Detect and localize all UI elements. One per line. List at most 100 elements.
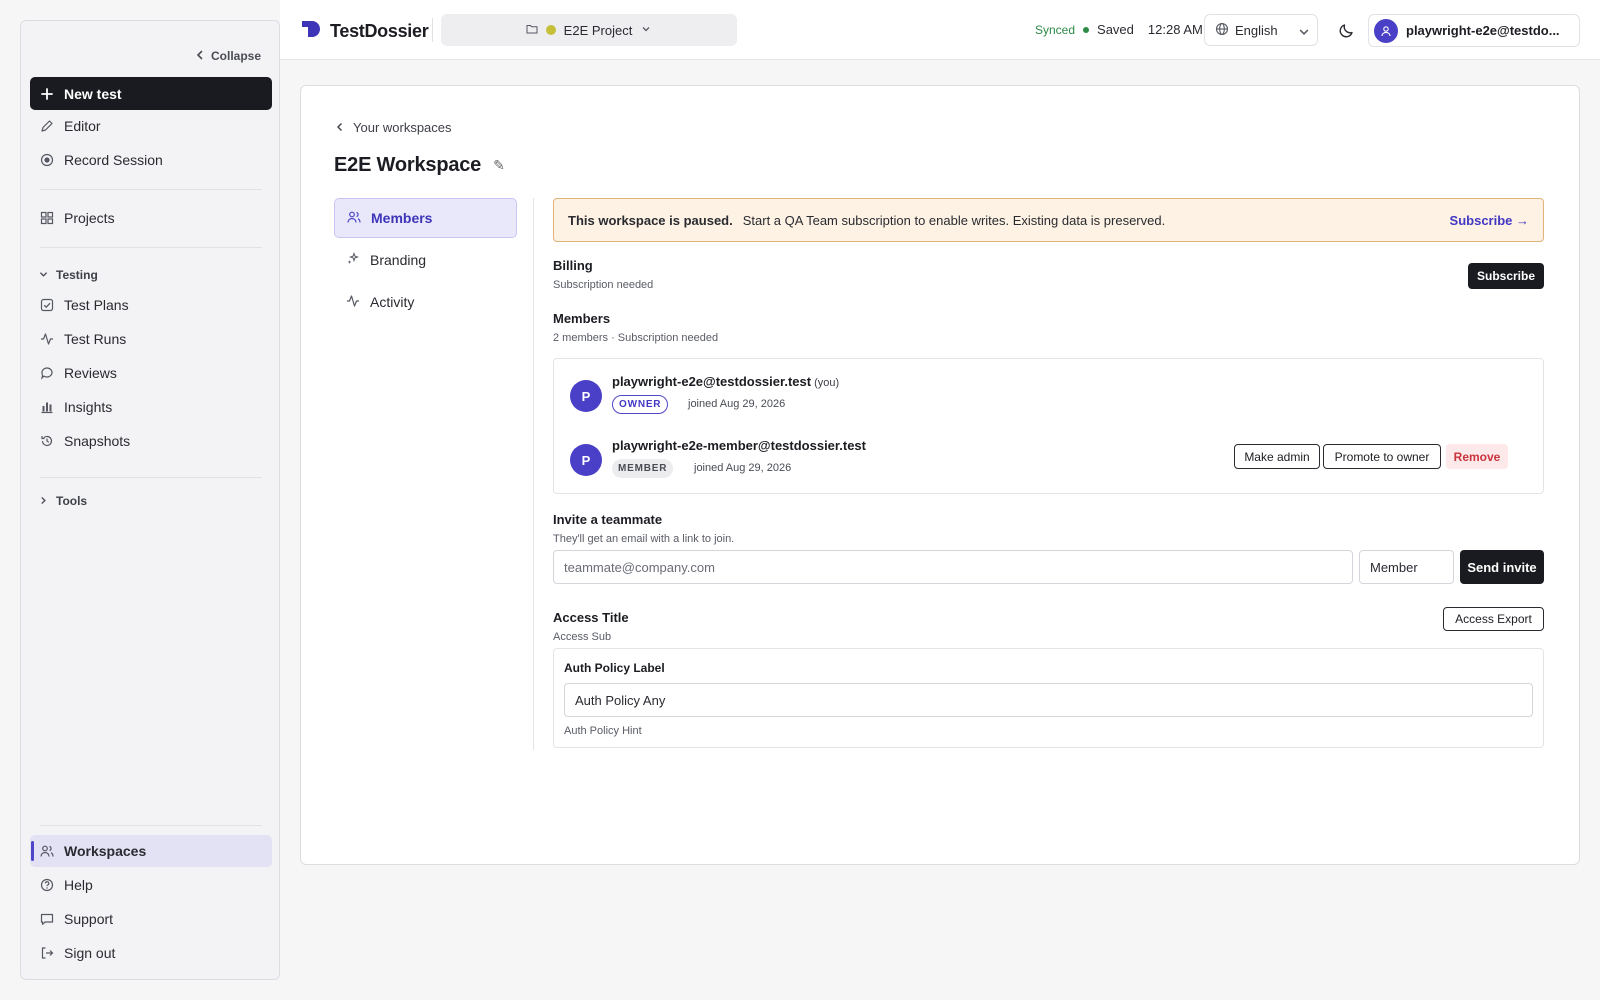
sidebar-item-label: Sign out [64, 945, 116, 961]
sidebar-item-help[interactable]: Help [30, 869, 272, 901]
language-select[interactable]: English [1204, 14, 1318, 46]
app-logo[interactable]: TestDossier [300, 18, 429, 45]
new-test-button[interactable]: New test [30, 77, 272, 110]
member-email-text: playwright-e2e-member@testdossier.test [612, 438, 866, 453]
joined-date: joined Aug 29, 2026 [688, 398, 786, 410]
invite-role-select[interactable]: Member [1359, 550, 1454, 584]
sidebar-item-record-session[interactable]: Record Session [30, 144, 272, 176]
sidebar-item-test-plans[interactable]: Test Plans [30, 289, 272, 321]
tab-activity[interactable]: Activity [334, 282, 517, 322]
user-email: playwright-e2e@testdo... [1406, 23, 1560, 38]
auth-policy-label: Auth Policy Label [564, 661, 665, 675]
sidebar-item-insights[interactable]: Insights [30, 391, 272, 423]
testing-section-toggle[interactable]: Testing [39, 268, 98, 282]
divider [40, 189, 262, 190]
sidebar-item-label: Snapshots [64, 433, 131, 449]
role-badge: MEMBER [612, 459, 674, 478]
theme-toggle-moon-icon[interactable] [1334, 18, 1358, 42]
activity-icon [346, 294, 360, 311]
tab-label: Branding [370, 252, 427, 268]
send-invite-button[interactable]: Send invite [1460, 550, 1544, 584]
invite-subtitle: They'll get an email with a link to join… [553, 533, 735, 545]
logo-icon [300, 18, 322, 45]
globe-icon [1215, 22, 1229, 39]
collapse-label: Collapse [210, 49, 261, 63]
chevron-left-icon [195, 49, 205, 63]
joined-date: joined Aug 29, 2026 [694, 462, 792, 474]
banner-title: This workspace is paused. [568, 212, 733, 228]
workspace-card: Your workspaces E2E Workspace ✎ Members … [300, 85, 1580, 865]
sidebar-item-support[interactable]: Support [30, 903, 272, 935]
divider [533, 198, 534, 750]
role-badge: OWNER [612, 395, 669, 414]
divider [40, 247, 262, 248]
pencil-icon [40, 119, 54, 133]
collapse-button[interactable]: Collapse [195, 49, 261, 63]
billing-subtitle: Subscription needed [553, 279, 654, 291]
sidebar-item-label: Test Plans [64, 297, 129, 313]
new-test-label: New test [64, 85, 122, 102]
remove-member-button[interactable]: Remove [1446, 444, 1508, 469]
app-name: TestDossier [330, 21, 429, 41]
members-list: P playwright-e2e@testdossier.test (you) O… [553, 358, 1544, 494]
sync-dot [1083, 26, 1090, 33]
sidebar-item-label: Workspaces [64, 843, 147, 859]
subscribe-button[interactable]: Subscribe [1468, 263, 1544, 289]
divider [40, 477, 262, 478]
sign-out-button[interactable]: Sign out [30, 937, 272, 969]
member-row: P playwright-e2e-member@testdossier.test… [570, 438, 1525, 482]
chevron-right-icon [39, 494, 48, 508]
sidebar-item-projects[interactable]: Projects [30, 202, 272, 234]
sidebar-item-snapshots[interactable]: Snapshots [30, 425, 272, 457]
tab-label: Activity [370, 294, 415, 310]
auth-policy-hint: Auth Policy Hint [564, 725, 642, 737]
invite-title: Invite a teammate [553, 512, 663, 527]
paused-banner: This workspace is paused. Start a QA Tea… [553, 198, 1544, 242]
sidebar-item-label: Record Session [64, 152, 163, 168]
invite-email-input[interactable]: teammate@company.com [553, 550, 1353, 584]
tab-branding[interactable]: Branding [334, 240, 517, 280]
sparkle-icon [346, 251, 360, 269]
edit-name-pencil-icon[interactable]: ✎ [493, 157, 505, 174]
bar-chart-icon [40, 400, 54, 414]
synced-label: Synced [1035, 22, 1076, 37]
sidebar-item-editor[interactable]: Editor [30, 110, 272, 142]
access-title: Access Title [553, 610, 629, 625]
banner-text: Start a QA Team subscription to enable w… [742, 212, 1166, 228]
auth-policy-box: Auth Policy Label Auth Policy Any Auth P… [553, 648, 1544, 748]
user-menu-button[interactable]: playwright-e2e@testdo... [1368, 14, 1580, 47]
activity-icon [40, 332, 54, 346]
tools-section-toggle[interactable]: Tools [39, 494, 87, 508]
sidebar-item-test-runs[interactable]: Test Runs [30, 323, 272, 355]
make-admin-button[interactable]: Make admin [1234, 444, 1320, 469]
sync-status: Synced Saved 12:28 AM [1035, 22, 1203, 37]
section-label: Testing [56, 268, 98, 282]
chat-bubble-icon [40, 366, 54, 380]
auth-policy-input[interactable]: Auth Policy Any [564, 683, 1533, 717]
sidebar-item-reviews[interactable]: Reviews [30, 357, 272, 389]
sidebar-item-label: Editor [64, 118, 101, 134]
back-label: Your workspaces [353, 120, 452, 135]
promote-to-owner-button[interactable]: Promote to owner [1323, 444, 1441, 469]
sidebar-item-workspaces[interactable]: Workspaces [30, 835, 272, 867]
log-out-icon [40, 946, 54, 960]
avatar: P [570, 380, 602, 412]
message-square-icon [40, 912, 54, 926]
sidebar-item-label: Reviews [64, 365, 117, 381]
help-circle-icon [40, 878, 54, 892]
tab-members[interactable]: Members [334, 198, 517, 238]
access-subtitle: Access Sub [553, 631, 612, 643]
section-label: Tools [56, 494, 88, 508]
access-export-button[interactable]: Access Export [1443, 607, 1544, 631]
project-selector[interactable]: E2E Project [441, 14, 737, 46]
folder-icon [526, 23, 538, 38]
banner-subscribe-link[interactable]: Subscribe → [1450, 213, 1529, 228]
chevron-left-icon [335, 120, 345, 135]
member-email-text: playwright-e2e@testdossier.test [612, 374, 812, 389]
back-link[interactable]: Your workspaces [335, 120, 452, 135]
users-icon [347, 210, 361, 227]
member-row: P playwright-e2e@testdossier.test (you) O… [570, 374, 1525, 418]
time-label: 12:28 AM [1147, 22, 1203, 37]
page-title: E2E Workspace ✎ [334, 154, 505, 177]
sidebar-item-label: Help [64, 877, 93, 893]
